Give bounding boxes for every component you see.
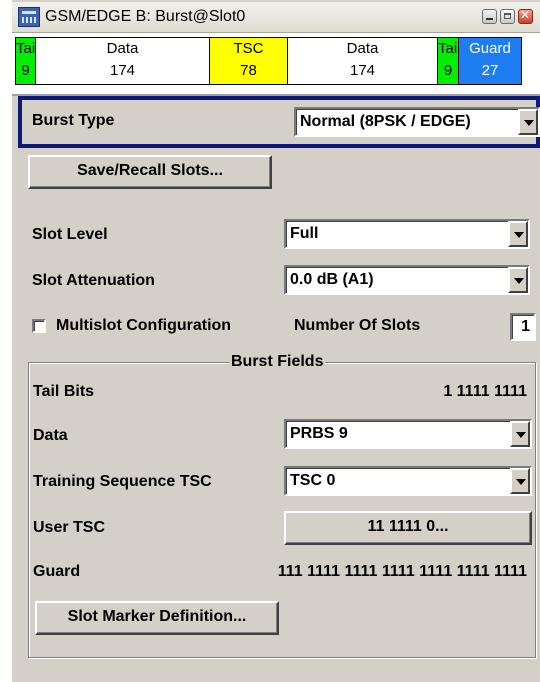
segment-bits: 78 (240, 62, 257, 79)
chevron-down-icon[interactable] (508, 267, 528, 293)
segment-name: Tail (16, 40, 39, 57)
burst-segment-data: Data 174 (288, 37, 438, 85)
guard-value: 111 1111 1111 1111 1111 1111 1111 (277, 563, 527, 580)
slot-level-value: Full (290, 225, 319, 242)
slot-marker-definition-button[interactable]: Slot Marker Definition... (35, 601, 279, 635)
segment-name: Data (346, 40, 379, 57)
chevron-down-icon[interactable] (508, 221, 528, 247)
slot-level-label: Slot Level (32, 226, 108, 243)
data-source-value: PRBS 9 (290, 425, 348, 442)
training-sequence-value: TSC 0 (290, 472, 336, 489)
chevron-down-icon[interactable] (518, 109, 538, 135)
burst-segment-tsc: TSC 78 (210, 37, 288, 85)
data-label: Data (33, 427, 68, 444)
window-title: GSM/EDGE B: Burst@Slot0 (45, 8, 246, 25)
guard-label: Guard (33, 563, 81, 580)
user-tsc-button[interactable]: 11 1111 0... (284, 511, 532, 545)
slot-level-select[interactable]: Full (284, 219, 530, 249)
burst-structure-strip: Tail 9 Data 174 TSC 78 Data 174 Tail 9 G… (12, 33, 540, 90)
burst-segment-data: Data 174 (36, 37, 210, 85)
slot-attenuation-select[interactable]: 0.0 dB (A1) (284, 265, 530, 295)
multislot-checkbox[interactable] (32, 319, 46, 333)
chevron-down-icon[interactable] (510, 468, 530, 494)
segment-bits: 9 (443, 62, 453, 79)
data-source-select[interactable]: PRBS 9 (284, 419, 532, 449)
burst-fields-group: Burst Fields Tail Bits 1 1111 1111 Data … (28, 353, 536, 658)
segment-name: Data (106, 40, 139, 57)
number-of-slots-input[interactable]: 1 (510, 313, 536, 341)
burst-segment-tail: Tail 9 (438, 37, 461, 85)
segment-bits: 174 (349, 62, 376, 79)
segment-name: Guard (469, 40, 511, 57)
segment-bits: 174 (109, 62, 136, 79)
save-recall-slots-button[interactable]: Save/Recall Slots... (28, 155, 272, 189)
burst-editor-window: GSM/EDGE B: Burst@Slot0 Tail 9 Data 174 … (10, 0, 540, 682)
app-icon (18, 7, 40, 27)
burst-type-select[interactable]: Normal (8PSK / EDGE) (294, 107, 540, 137)
title-bar[interactable]: GSM/EDGE B: Burst@Slot0 (12, 2, 540, 33)
burst-type-label: Burst Type (32, 112, 115, 129)
burst-type-value: Normal (8PSK / EDGE) (300, 113, 471, 130)
tail-bits-value: 1 1111 1111 (443, 383, 527, 400)
training-sequence-select[interactable]: TSC 0 (284, 466, 532, 496)
segment-bits: 27 (481, 62, 499, 79)
minimize-icon[interactable] (482, 9, 497, 24)
segment-name: TSC (233, 40, 264, 57)
close-icon[interactable] (518, 8, 533, 24)
multislot-label: Multislot Configuration (56, 317, 232, 334)
burst-segment-guard: Guard 27 (459, 37, 522, 85)
training-sequence-label: Training Sequence TSC (33, 473, 212, 490)
user-tsc-label: User TSC (33, 519, 106, 536)
burst-type-focus-frame: Burst Type Normal (8PSK / EDGE) (18, 96, 540, 148)
maximize-icon[interactable] (500, 9, 515, 24)
chevron-down-icon[interactable] (510, 421, 530, 447)
burst-segment-tail: Tail 9 (15, 37, 39, 85)
segment-bits: 9 (21, 62, 30, 79)
burst-fields-title: Burst Fields (229, 353, 326, 371)
slot-attenuation-value: 0.0 dB (A1) (290, 271, 374, 288)
tail-bits-label: Tail Bits (33, 383, 95, 400)
slot-attenuation-label: Slot Attenuation (32, 272, 155, 289)
segment-name: Tail (438, 40, 461, 57)
number-of-slots-label: Number Of Slots (294, 317, 421, 334)
